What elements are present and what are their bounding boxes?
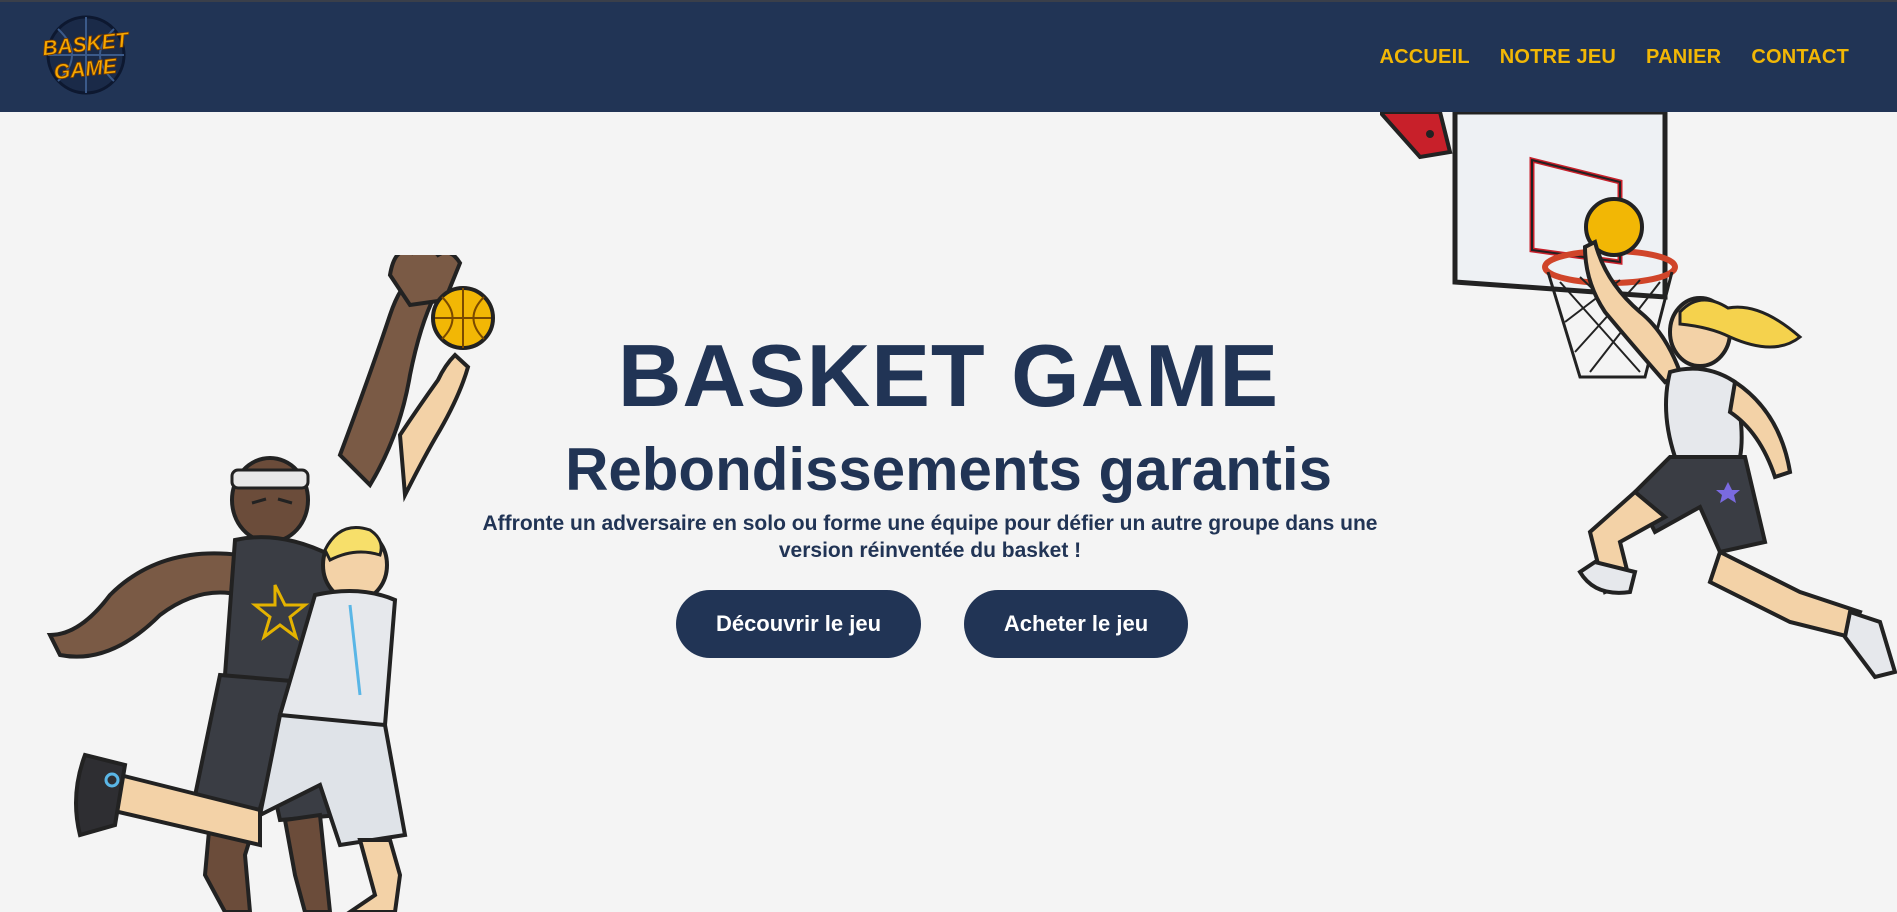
nav-panier[interactable]: PANIER	[1646, 46, 1721, 69]
nav-accueil[interactable]: ACCUEIL	[1379, 46, 1469, 69]
site-header: BASKET GAME ACCUEIL NOTRE JEU PANIER CON…	[0, 2, 1897, 112]
buy-game-button[interactable]: Acheter le jeu	[964, 590, 1188, 658]
nav-contact[interactable]: CONTACT	[1751, 46, 1849, 69]
basket-game-logo[interactable]: BASKET GAME	[34, 13, 138, 97]
discover-game-button[interactable]: Découvrir le jeu	[676, 590, 921, 658]
hero-description: Affronte un adversaire en solo ou forme …	[482, 512, 1378, 562]
nav-notre-jeu[interactable]: NOTRE JEU	[1500, 46, 1616, 69]
hero-title: BASKET GAME	[617, 326, 1280, 425]
main-nav: ACCUEIL NOTRE JEU PANIER CONTACT	[1379, 46, 1849, 69]
hero-subtitle: Rebondissements garantis	[565, 436, 1332, 503]
